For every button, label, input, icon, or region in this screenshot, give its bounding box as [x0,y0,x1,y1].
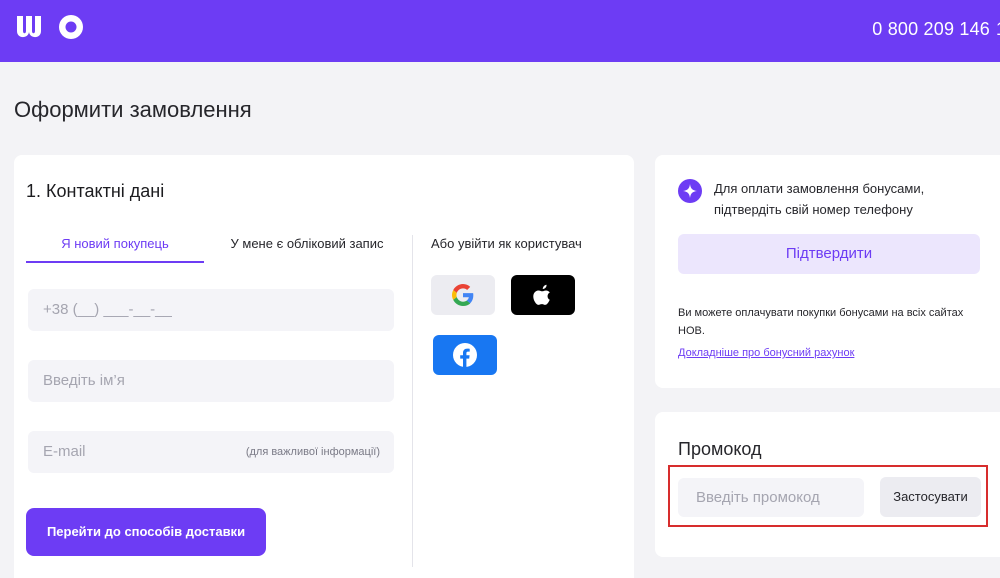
confirm-phone-button[interactable]: Підтвердити [678,234,980,274]
logo-icon [17,15,83,39]
customer-type-tabs: Я новий покупець У мене є обліковий запи… [26,235,398,263]
vertical-divider [412,235,413,567]
apply-promo-button[interactable]: Застосувати [880,477,981,517]
phone-number-extra[interactable]: 1 [996,19,1000,40]
email-placeholder: E-mail [43,443,86,460]
sparkle-icon [678,179,702,203]
bonus-info-text: Ви можете оплачувати покупки бонусами на… [678,307,964,337]
facebook-login-button[interactable] [433,335,497,375]
promo-code-input[interactable]: Введіть промокод [678,478,864,517]
bonus-account-link[interactable]: Докладніше про бонусний рахунок [678,347,854,359]
apple-login-button[interactable] [511,275,575,315]
go-to-delivery-button[interactable]: Перейти до способів доставки [26,508,266,556]
email-input[interactable]: E-mail (для важливої інформації) [28,431,394,473]
social-login-title: Або увійти як користувач [431,236,582,251]
promo-title: Промокод [678,439,762,459]
name-input[interactable]: Введіть ім’я [28,360,394,402]
facebook-icon [453,343,477,367]
google-login-button[interactable] [431,275,495,315]
bonus-card: Для оплати замовлення бонусами, підтверд… [655,155,1000,388]
brand-logo[interactable] [14,12,88,47]
contact-section-title: 1. Контактні дані [26,181,165,201]
google-icon [452,284,474,306]
contact-details-card: 1. Контактні дані Я новий покупець У мен… [14,155,634,578]
apple-icon [533,284,550,305]
email-hint: (для важливої інформації) [245,446,380,458]
top-bar: 0 800 209 146 1 [0,0,1000,62]
page-title: Оформити замовлення [14,97,252,122]
tab-existing-account[interactable]: У мене є обліковий запис [216,235,398,263]
bonus-message: Для оплати замовлення бонусами, підтверд… [714,181,925,217]
promo-card: Промокод Введіть промокод Застосувати [655,412,1000,557]
phone-input[interactable]: +38 (__) ___-__-__ [28,289,394,331]
phone-number[interactable]: 0 800 209 146 [872,19,990,40]
tab-new-customer[interactable]: Я новий покупець [26,235,204,263]
